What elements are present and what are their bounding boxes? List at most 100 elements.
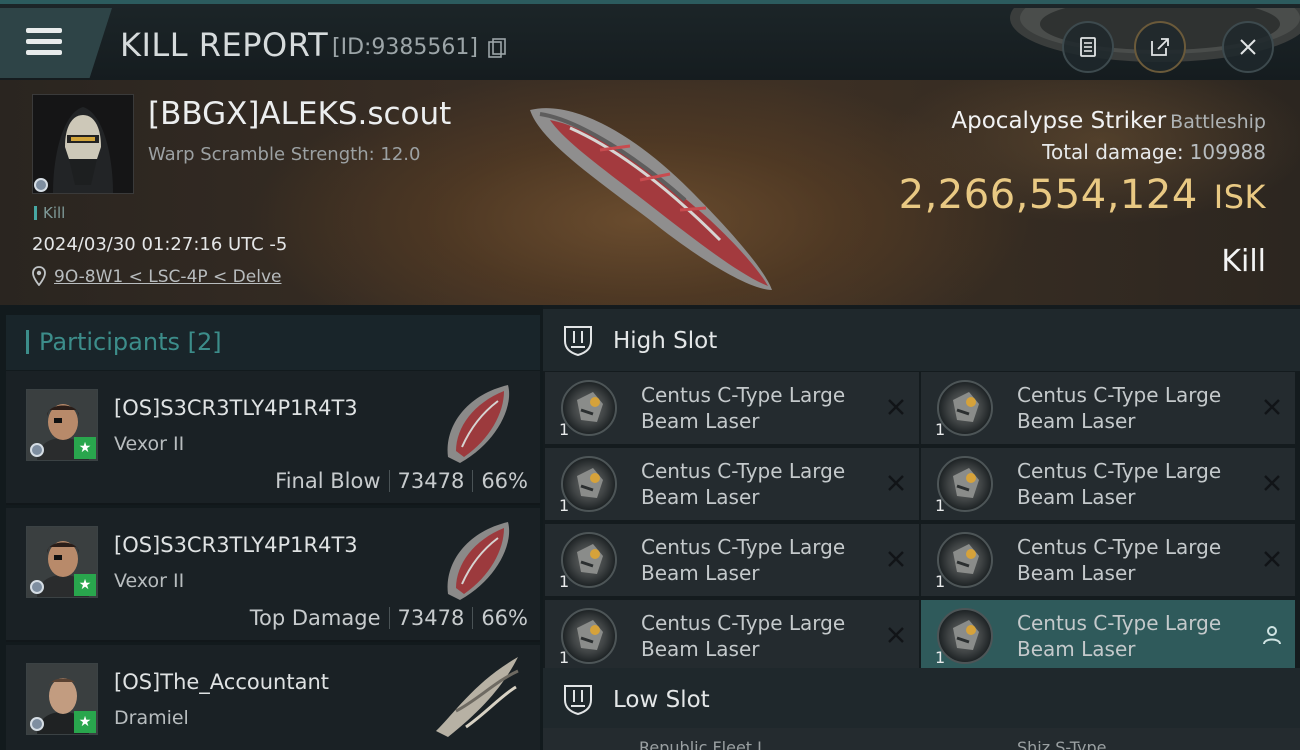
module-slot[interactable]: 1 Centus C-Type Large Beam Laser <box>545 372 919 444</box>
total-damage-value: 109988 <box>1189 140 1266 164</box>
low-slot-item[interactable]: Shiz S-Type... <box>1017 738 1122 750</box>
participant-row[interactable]: ★ [OS]S3CR3TLY4P1R4T3 Vexor II Top Damag… <box>6 508 540 642</box>
destroyed-icon <box>1264 551 1280 567</box>
participant-role: Final Blow <box>275 469 381 493</box>
module-name-line1: Centus C-Type Large <box>641 535 846 559</box>
share-button[interactable] <box>1134 21 1186 73</box>
module-quantity: 1 <box>559 648 570 667</box>
low-slot-item[interactable]: Republic Fleet L... <box>639 738 781 750</box>
kill-tag: Kill <box>34 204 65 222</box>
module-name-line2: Beam Laser <box>1017 409 1136 433</box>
module-slot[interactable]: 1 Centus C-Type Large Beam Laser <box>921 600 1295 672</box>
high-slot-header: High Slot <box>543 309 1300 371</box>
ship-icon <box>436 657 519 737</box>
module-slot[interactable]: 1 Centus C-Type Large Beam Laser <box>545 448 919 520</box>
module-name: Centus C-Type Large Beam Laser <box>641 458 871 510</box>
ship-class: Battleship <box>1170 111 1266 133</box>
module-name-line2: Beam Laser <box>641 409 760 433</box>
copy-icon[interactable] <box>488 38 506 58</box>
participant-stats: Top Damage 73478 66% <box>250 606 528 630</box>
module-slot[interactable]: 1 Centus C-Type Large Beam Laser <box>545 600 919 672</box>
module-name: Centus C-Type Large Beam Laser <box>1017 458 1247 510</box>
beam-laser-icon <box>937 456 993 512</box>
high-slot-title: High Slot <box>613 328 718 354</box>
ship-name-text: Apocalypse Striker <box>951 108 1167 134</box>
corp-tag-icon <box>30 580 44 594</box>
high-slot-icon <box>564 326 592 357</box>
ship-render <box>530 108 772 290</box>
module-name-line1: Centus C-Type Large <box>1017 383 1222 407</box>
beam-laser-icon <box>561 380 617 436</box>
beam-laser-icon <box>937 532 993 588</box>
participant-ship: Vexor II <box>114 433 185 455</box>
module-name-line2: Beam Laser <box>641 637 760 661</box>
module-quantity: 1 <box>935 648 946 667</box>
module-quantity: 1 <box>935 496 946 515</box>
beam-laser-icon <box>561 456 617 512</box>
total-damage-label: Total damage: <box>1042 140 1184 164</box>
kill-datetime: 2024/03/30 01:27:16 UTC -5 <box>32 234 288 255</box>
ship-icon <box>447 522 510 600</box>
beam-laser-icon <box>561 608 617 664</box>
module-name: Centus C-Type Large Beam Laser <box>1017 382 1247 434</box>
participant-name: [OS]The_Accountant <box>114 670 330 694</box>
victim-avatar <box>33 95 133 193</box>
participant-percent: 66% <box>481 606 528 630</box>
module-name-line2: Beam Laser <box>641 485 760 509</box>
destroyed-icon <box>888 475 904 491</box>
destroyed-icon <box>888 627 904 643</box>
corp-tag-icon <box>30 443 44 457</box>
victim-portrait[interactable] <box>32 94 134 194</box>
module-name: Centus C-Type Large Beam Laser <box>1017 534 1247 586</box>
participant-ship: Dramiel <box>114 707 189 729</box>
ship-icon <box>447 385 510 463</box>
star-icon: ★ <box>74 437 96 459</box>
module-name: Centus C-Type Large Beam Laser <box>1017 610 1247 662</box>
close-button[interactable] <box>1222 21 1274 73</box>
module-slot[interactable]: 1 Centus C-Type Large Beam Laser <box>545 524 919 596</box>
destroyed-icon <box>888 551 904 567</box>
low-slot-title: Low Slot <box>613 687 710 713</box>
module-name: Centus C-Type Large Beam Laser <box>641 610 871 662</box>
victim-name[interactable]: [BBGX]ALEKS.scout <box>148 96 451 132</box>
participant-role: Top Damage <box>249 606 381 630</box>
total-damage: Total damage: 109988 <box>1042 140 1266 164</box>
location-link[interactable]: 9O-8W1 < LSC-4P < Delve <box>54 267 281 287</box>
pilot-icon[interactable] <box>1261 624 1283 646</box>
location-pin-icon <box>32 266 46 286</box>
participant-row[interactable]: ★ [OS]S3CR3TLY4P1R4T3 Vexor II Final Blo… <box>6 371 540 505</box>
beam-laser-icon <box>937 380 993 436</box>
participants-header: Participants [2] <box>6 315 540 370</box>
module-quantity: 1 <box>935 420 946 439</box>
kill-banner: [BBGX]ALEKS.scout Warp Scramble Strength… <box>0 80 1300 305</box>
destroyed-icon <box>888 399 904 415</box>
isk-value: 2,266,554,124 ISK <box>899 172 1266 218</box>
participant-damage: 73478 <box>397 469 465 493</box>
clipboard-icon <box>1080 37 1096 57</box>
participant-name: [OS]S3CR3TLY4P1R4T3 <box>114 533 358 557</box>
module-name-line2: Beam Laser <box>1017 637 1136 661</box>
share-icon <box>1151 38 1169 56</box>
module-name-line1: Centus C-Type Large <box>641 459 846 483</box>
participants-panel: Participants [2] ★ [OS]S3CR3TLY4P1R4T3 V… <box>0 305 543 750</box>
participant-name: [OS]S3CR3TLY4P1R4T3 <box>114 396 358 420</box>
module-slot[interactable]: 1 Centus C-Type Large Beam Laser <box>921 372 1295 444</box>
module-slot[interactable]: 1 Centus C-Type Large Beam Laser <box>921 524 1295 596</box>
menu-icon[interactable] <box>26 28 62 56</box>
participants-title: Participants [2] <box>26 328 222 356</box>
module-name-line1: Centus C-Type Large <box>1017 611 1222 635</box>
participant-row[interactable]: ★ [OS]The_Accountant Dramiel <box>6 645 540 750</box>
module-name: Centus C-Type Large Beam Laser <box>641 534 871 586</box>
star-icon: ★ <box>74 574 96 596</box>
module-slot[interactable]: 1 Centus C-Type Large Beam Laser <box>921 448 1295 520</box>
clipboard-button[interactable] <box>1062 21 1114 73</box>
module-quantity: 1 <box>559 496 570 515</box>
kill-id: [ID:9385561] <box>332 35 478 60</box>
module-name-line2: Beam Laser <box>641 561 760 585</box>
module-quantity: 1 <box>559 420 570 439</box>
module-name-line1: Centus C-Type Large <box>1017 535 1222 559</box>
ship-name[interactable]: Apocalypse Striker Battleship <box>951 108 1266 134</box>
participant-stats: Final Blow 73478 66% <box>275 469 528 493</box>
header-bar: KILL REPORT [ID:9385561] <box>0 0 1300 80</box>
participant-ship: Vexor II <box>114 570 185 592</box>
